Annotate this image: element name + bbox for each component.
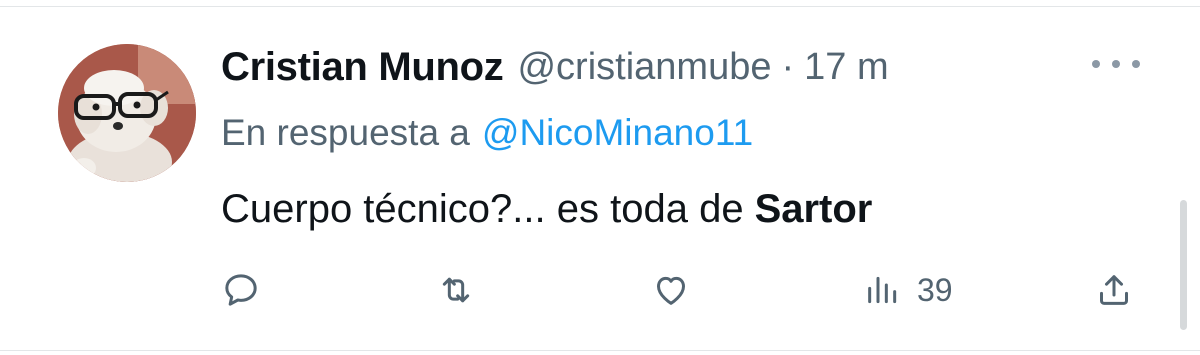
heart-icon xyxy=(657,276,685,305)
reply-prefix: En respuesta a xyxy=(221,112,470,153)
retweet-icon xyxy=(442,277,470,303)
views-chart-icon xyxy=(868,276,897,304)
views-count: 39 xyxy=(917,271,953,308)
reply-mention-link[interactable]: @NicoMinano11 xyxy=(482,112,753,154)
more-options-icon[interactable] xyxy=(1092,52,1140,76)
avatar-image xyxy=(58,44,196,182)
tweet-actions: 39 xyxy=(0,262,1200,318)
avatar[interactable] xyxy=(58,44,196,182)
tweet-text-normal: Cuerpo técnico?... es toda de xyxy=(221,186,744,231)
author-display-name[interactable]: Cristian Munoz xyxy=(221,45,504,90)
reply-button[interactable] xyxy=(221,262,261,318)
more-dot xyxy=(1112,60,1120,68)
scrollbar-thumb[interactable] xyxy=(1180,200,1187,330)
reply-icon xyxy=(225,274,257,306)
separator-dot: · xyxy=(781,45,795,88)
top-divider xyxy=(0,6,1200,7)
tweet-text-bold: Sartor xyxy=(754,186,873,231)
share-button[interactable] xyxy=(1094,262,1134,318)
retweet-button[interactable] xyxy=(436,262,476,318)
tweet-header: Cristian Munoz @cristianmube · 17 m xyxy=(221,40,889,94)
more-dot xyxy=(1132,60,1140,68)
like-button[interactable] xyxy=(651,262,691,318)
bottom-divider xyxy=(0,350,1200,351)
views-button[interactable]: 39 xyxy=(863,262,953,318)
reply-context: En respuesta a @NicoMinano11 xyxy=(221,108,753,158)
share-icon xyxy=(1100,275,1128,305)
tweet-text: Cuerpo técnico?... es toda de Sartor xyxy=(221,182,872,236)
author-handle[interactable]: @cristianmube xyxy=(517,46,771,89)
tweet-timestamp[interactable]: 17 m xyxy=(804,46,888,89)
more-dot xyxy=(1092,60,1100,68)
